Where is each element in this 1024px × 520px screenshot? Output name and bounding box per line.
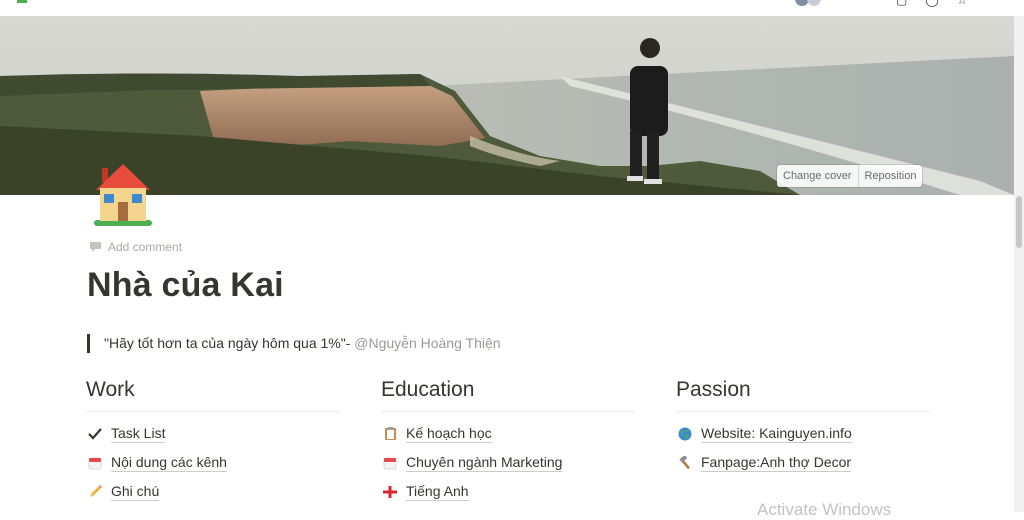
calendar-icon [381, 455, 399, 471]
link-label: Chuyên ngành Marketing [406, 453, 563, 472]
passion-column: Passion Website: Kainguyen.info Fanpage:… [676, 378, 930, 477]
pencil-icon [86, 484, 104, 500]
england-flag-icon [381, 484, 399, 500]
add-comment-label: Add comment [108, 240, 183, 254]
windows-activation-watermark: Activate Windows [757, 500, 892, 519]
star-icon[interactable]: ☆ [957, 0, 968, 7]
quote-block[interactable]: "Hãy tốt hơn ta của ngày hôm qua 1%"- @N… [87, 334, 501, 353]
user-mention[interactable]: @Nguyễn Hoàng Thiện [354, 335, 500, 351]
clipboard-icon [381, 426, 399, 442]
link-noi-dung-cac-kenh[interactable]: Nội dung các kênh [86, 448, 340, 477]
comments-icon[interactable]: ▢ [896, 0, 907, 7]
column-heading-work: Work [86, 378, 340, 412]
passion-links: Website: Kainguyen.info Fanpage:Anh thợ … [676, 419, 930, 477]
link-label: Task List [111, 424, 166, 443]
globe-icon [676, 426, 694, 442]
avatar[interactable] [794, 0, 834, 6]
link-website[interactable]: Website: Kainguyen.info [676, 419, 930, 448]
column-heading-education: Education [381, 378, 635, 412]
scrollbar[interactable] [1014, 16, 1024, 512]
hammer-icon [676, 455, 694, 471]
house-icon[interactable] [90, 160, 156, 230]
change-cover-button[interactable]: Change cover [777, 165, 858, 187]
link-tieng-anh[interactable]: Tiếng Anh [381, 477, 635, 506]
link-fanpage[interactable]: Fanpage:Anh thợ Decor [676, 448, 930, 477]
link-label: Nội dung các kênh [111, 453, 227, 472]
sidebar-toggle-icon[interactable] [14, 0, 30, 3]
column-heading-passion: Passion [676, 378, 930, 412]
education-column: Education Kế hoạch học Chuyên ngành Mark… [381, 378, 635, 506]
link-label: Kế hoạch học [406, 424, 492, 443]
quote-text: "Hãy tốt hơn ta của ngày hôm qua 1%"- [104, 335, 355, 351]
topbar-actions: ▢ ◯ ☆ [896, 0, 968, 7]
work-column: Work Task List Nội dung các kênh Ghi chú [86, 378, 340, 506]
cover-controls: Change cover Reposition [777, 165, 923, 187]
calendar-icon [86, 455, 104, 471]
clock-icon[interactable]: ◯ [925, 0, 938, 7]
link-label: Fanpage:Anh thợ Decor [701, 453, 852, 472]
comment-icon [90, 242, 101, 252]
link-ghi-chu[interactable]: Ghi chú [86, 477, 340, 506]
link-label: Tiếng Anh [406, 482, 469, 501]
reposition-button[interactable]: Reposition [857, 165, 923, 187]
top-bar: ▢ ◯ ☆ [0, 0, 1024, 16]
add-comment-button[interactable]: Add comment [89, 240, 182, 254]
link-label: Website: Kainguyen.info [701, 424, 852, 443]
education-links: Kế hoạch học Chuyên ngành Marketing Tiến… [381, 419, 635, 506]
scrollbar-thumb[interactable] [1016, 196, 1022, 248]
checkmark-icon [86, 426, 104, 442]
link-ke-hoach-hoc[interactable]: Kế hoạch học [381, 419, 635, 448]
link-label: Ghi chú [111, 482, 160, 501]
link-task-list[interactable]: Task List [86, 419, 340, 448]
link-chuyen-nganh-marketing[interactable]: Chuyên ngành Marketing [381, 448, 635, 477]
page-title[interactable]: Nhà của Kai [87, 266, 284, 305]
work-links: Task List Nội dung các kênh Ghi chú [86, 419, 340, 506]
